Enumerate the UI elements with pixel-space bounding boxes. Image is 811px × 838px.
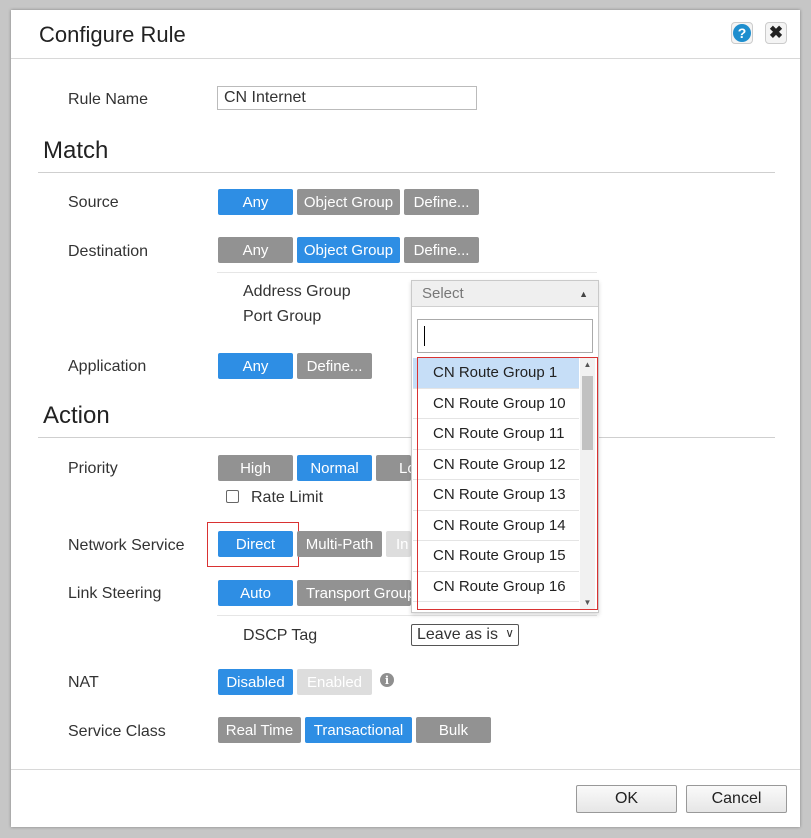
network-service-direct-button[interactable]: Direct [218,531,293,557]
nat-disabled-button[interactable]: Disabled [218,669,293,695]
service-class-realtime-button[interactable]: Real Time [218,717,301,743]
chevron-down-icon: ∨ [505,626,514,640]
rule-name-label: Rule Name [68,91,149,108]
network-service-internet-button[interactable]: In [386,531,411,557]
destination-label: Destination [68,243,149,260]
dropdown-header[interactable]: Select ▲ [412,281,598,307]
source-label: Source [68,194,119,211]
chevron-up-icon: ▲ [579,289,588,299]
configure-rule-dialog: Configure Rule ? ✖ Rule Name Match Sourc… [11,10,800,827]
help-button[interactable]: ? [731,22,753,44]
info-icon[interactable]: i [380,673,394,687]
application-define-button[interactable]: Define... [297,353,372,379]
rate-limit-label: Rate Limit [251,489,324,506]
rule-name-input[interactable] [217,86,477,110]
dscp-tag-select[interactable]: Leave as is ∨ [411,624,519,646]
match-heading: Match [43,137,109,164]
help-icon: ? [733,24,751,42]
service-class-bulk-button[interactable]: Bulk [416,717,491,743]
dropdown-search-input[interactable] [417,319,593,353]
match-divider [38,172,775,173]
priority-high-button[interactable]: High [218,455,293,481]
source-any-button[interactable]: Any [218,189,293,215]
rate-limit-checkbox[interactable] [226,490,239,503]
destination-sub-divider [217,272,597,273]
network-service-label: Network Service [68,537,185,554]
address-group-label: Address Group [243,283,351,300]
port-group-label: Port Group [243,308,322,325]
dropdown-placeholder: Select [422,285,464,302]
close-icon: ✖ [768,23,784,42]
dscp-tag-label: DSCP Tag [243,627,318,644]
priority-normal-button[interactable]: Normal [297,455,372,481]
link-steering-label: Link Steering [68,585,162,602]
service-class-transactional-button[interactable]: Transactional [305,717,412,743]
source-object-group-button[interactable]: Object Group [297,189,400,215]
priority-label: Priority [68,460,118,477]
footer-divider [11,769,800,770]
application-any-button[interactable]: Any [218,353,293,379]
text-caret [424,326,425,346]
action-divider [38,437,775,438]
link-steering-transport-group-button[interactable]: Transport Group [297,580,411,606]
link-steering-auto-button[interactable]: Auto [218,580,293,606]
header-divider [11,58,800,59]
nat-label: NAT [68,674,99,691]
priority-low-button[interactable]: Lo [376,455,411,481]
destination-object-group-button[interactable]: Object Group [297,237,400,263]
nat-enabled-button[interactable]: Enabled [297,669,372,695]
service-class-label: Service Class [68,723,166,740]
close-button[interactable]: ✖ [765,22,787,44]
link-steering-sub-divider [217,615,597,616]
dialog-title: Configure Rule [39,22,186,47]
cancel-button[interactable]: Cancel [686,785,787,813]
destination-define-button[interactable]: Define... [404,237,479,263]
ok-button[interactable]: OK [576,785,677,813]
dscp-tag-value: Leave as is [417,626,498,643]
network-service-multipath-button[interactable]: Multi-Path [297,531,382,557]
source-define-button[interactable]: Define... [404,189,479,215]
destination-any-button[interactable]: Any [218,237,293,263]
dropdown-list-highlight-box [417,357,598,610]
application-label: Application [68,358,147,375]
action-heading: Action [43,402,110,429]
